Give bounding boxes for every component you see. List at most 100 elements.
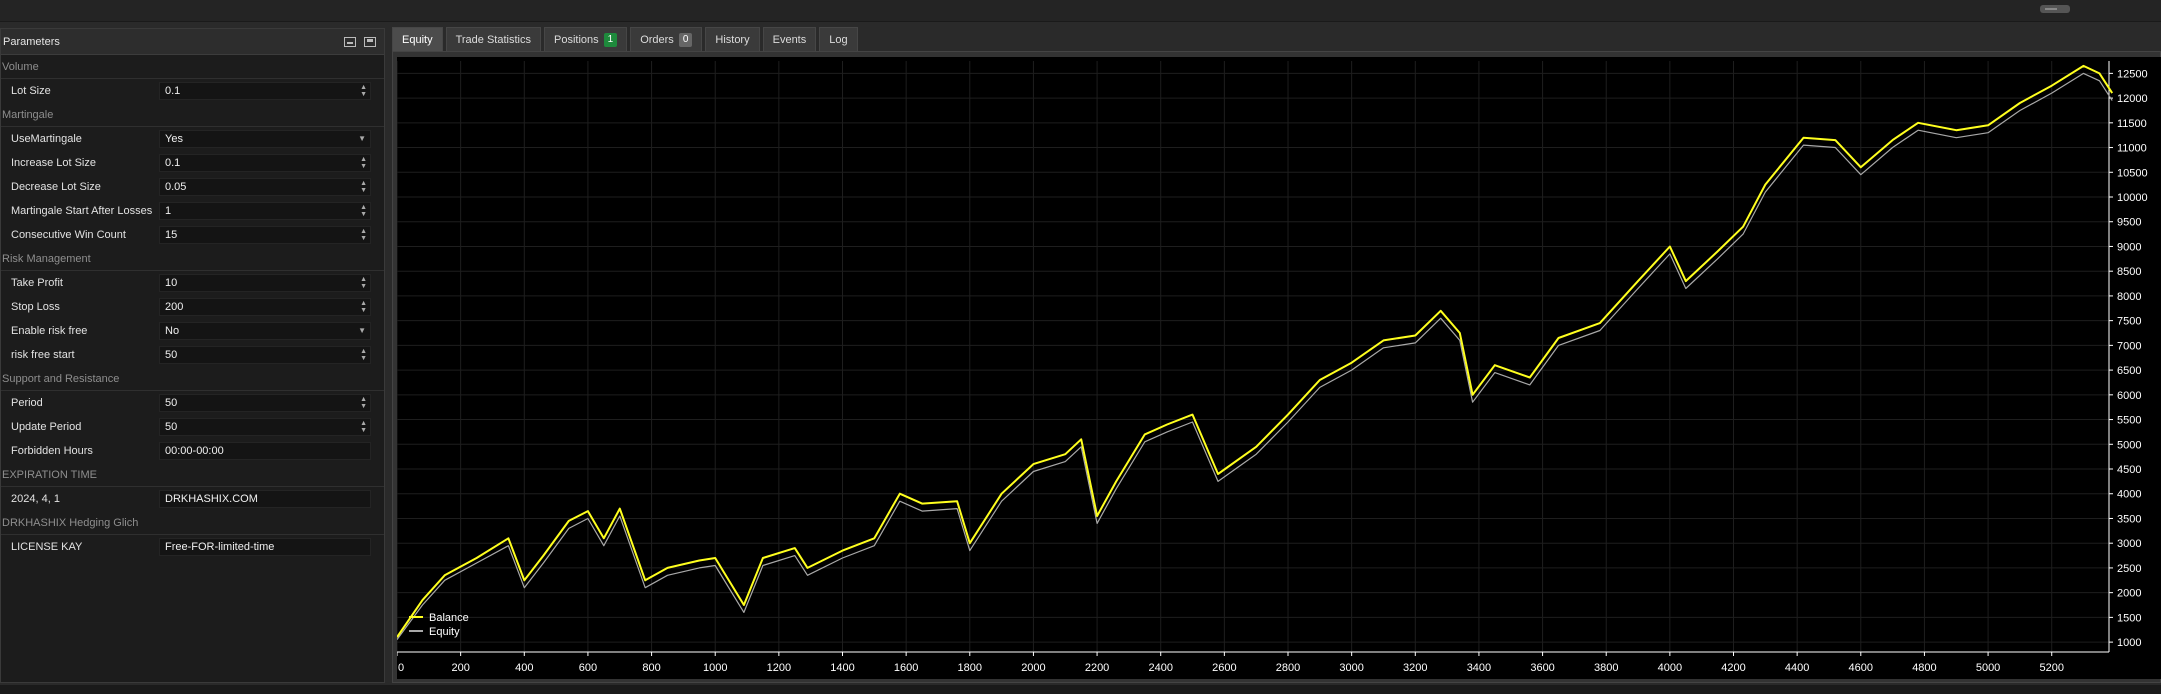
spinner-arrows-icon[interactable]: ▲ ▼: [360, 228, 367, 242]
parameters-body: Volume Lot Size 0.1 ▲ ▼ Martingale UseMartinga…: [1, 55, 384, 559]
parameter-row: Take Profit 10 ▲ ▼: [1, 271, 384, 295]
parameter-value: 50: [165, 421, 178, 433]
x-tick-label: 5000: [1976, 662, 2000, 674]
y-tick-label: 2500: [2117, 563, 2141, 575]
tab-label: Positions: [553, 33, 599, 46]
parameter-row: risk free start 50 ▲ ▼: [1, 343, 384, 367]
parameter-label: Martingale Start After Losses: [11, 205, 153, 217]
x-tick-label: 2800: [1276, 662, 1300, 674]
y-tick-label: 3000: [2117, 538, 2141, 550]
parameter-row: Enable risk free No ▼: [1, 319, 384, 343]
parameter-field[interactable]: 50 ▲ ▼: [159, 346, 371, 364]
parameter-label: Stop Loss: [11, 301, 60, 313]
x-tick-label: 5200: [2039, 662, 2063, 674]
parameter-value: 10: [165, 277, 178, 289]
parameter-field[interactable]: 00:00-00:00: [159, 442, 371, 460]
y-tick-label: 12000: [2117, 93, 2148, 105]
dropdown-arrow-icon[interactable]: ▼: [358, 131, 366, 147]
spinner-arrows-icon[interactable]: ▲ ▼: [360, 204, 367, 218]
section-header: DRKHASHIX Hedging Glich: [1, 511, 384, 535]
parameter-field[interactable]: Yes ▼: [159, 130, 371, 148]
y-tick-label: 10500: [2117, 167, 2148, 179]
parameter-label: Increase Lot Size: [11, 157, 96, 169]
spinner-arrows-icon[interactable]: ▲ ▼: [360, 348, 367, 362]
parameter-field[interactable]: 50 ▲ ▼: [159, 394, 371, 412]
equity-chart: 0 200 400 600 800 1000 1200 1400 1600 1800 2000 220…: [396, 57, 2161, 679]
section-header: Martingale: [1, 103, 384, 127]
parameter-row: Update Period 50 ▲ ▼: [1, 415, 384, 439]
tab-count-badge: 0: [678, 32, 693, 47]
tab-history[interactable]: History: [705, 27, 760, 51]
y-tick-label: 5500: [2117, 415, 2141, 427]
y-tick-label: 6000: [2117, 390, 2141, 402]
y-tick-label: 10000: [2117, 192, 2148, 204]
parameter-value: 00:00-00:00: [165, 445, 224, 457]
parameter-field[interactable]: 10 ▲ ▼: [159, 274, 371, 292]
equity-chart-svg: 0 200 400 600 800 1000 1200 1400 1600 1800 2000 220…: [396, 61, 2148, 674]
parameter-value: 0.1: [165, 85, 181, 97]
spinner-arrows-icon[interactable]: ▲ ▼: [360, 300, 367, 314]
parameter-field[interactable]: Free-FOR-limited-time: [159, 538, 371, 556]
tab-positions[interactable]: Positions 1: [543, 27, 628, 51]
parameter-field[interactable]: 50 ▲ ▼: [159, 418, 371, 436]
legend-label-balance: Balance: [429, 612, 469, 624]
spinner-arrows-icon[interactable]: ▲ ▼: [360, 180, 367, 194]
x-tick-label: 2200: [1085, 662, 1109, 674]
section-header: Risk Management: [1, 247, 384, 271]
y-tick-label: 8000: [2117, 291, 2141, 303]
x-tick-label: 0: [398, 662, 404, 674]
parameter-row: Period 50 ▲ ▼: [1, 391, 384, 415]
parameter-row: Consecutive Win Count 15 ▲ ▼: [1, 223, 384, 247]
parameter-row: UseMartingale Yes ▼: [1, 127, 384, 151]
spinner-arrows-icon[interactable]: ▲ ▼: [360, 396, 367, 410]
parameter-label: LICENSE KAY: [11, 541, 83, 553]
x-tick-label: 200: [451, 662, 469, 674]
tab-events[interactable]: Events: [762, 27, 817, 51]
x-tick-label: 400: [515, 662, 533, 674]
x-tick-label: 800: [642, 662, 660, 674]
parameter-label: Update Period: [11, 421, 82, 433]
spinner-arrows-icon[interactable]: ▲ ▼: [360, 156, 367, 170]
tab-orders[interactable]: Orders 0: [630, 27, 703, 51]
spinner-arrows-icon[interactable]: ▲ ▼: [360, 84, 367, 98]
parameter-field[interactable]: 15 ▲ ▼: [159, 226, 371, 244]
parameter-field[interactable]: 0.1 ▲ ▼: [159, 154, 371, 172]
parameter-value: DRKHASHIX.COM: [165, 493, 258, 505]
y-tick-label: 7500: [2117, 316, 2141, 328]
series-line-balance: [396, 64, 2114, 638]
tab-equity[interactable]: Equity: [392, 27, 443, 51]
tab-label: Log: [829, 33, 848, 46]
parameter-field[interactable]: DRKHASHIX.COM: [159, 490, 371, 508]
minimize-icon[interactable]: [344, 36, 356, 47]
section-header: Volume: [1, 55, 384, 79]
section-header: EXPIRATION TIME: [1, 463, 384, 487]
y-tick-label: 5000: [2117, 439, 2141, 451]
parameters-header: Parameters: [1, 29, 384, 55]
parameter-row: Lot Size 0.1 ▲ ▼: [1, 79, 384, 103]
tab-count-badge: 1: [603, 32, 618, 47]
parameter-label: risk free start: [11, 349, 75, 361]
parameter-field[interactable]: 0.1 ▲ ▼: [159, 82, 371, 100]
tab-log[interactable]: Log: [819, 27, 858, 51]
tab-trade-statistics[interactable]: Trade Statistics: [445, 27, 541, 51]
y-tick-label: 4000: [2117, 489, 2141, 501]
y-tick-label: 1000: [2117, 637, 2141, 649]
x-tick-label: 2000: [1021, 662, 1045, 674]
x-tick-label: 3800: [1594, 662, 1618, 674]
parameter-field[interactable]: No ▼: [159, 322, 371, 340]
spinner-arrows-icon[interactable]: ▲ ▼: [360, 276, 367, 290]
parameter-field[interactable]: 1 ▲ ▼: [159, 202, 371, 220]
x-tick-label: 3200: [1403, 662, 1427, 674]
y-tick-label: 4500: [2117, 464, 2141, 476]
dropdown-arrow-icon[interactable]: ▼: [358, 323, 366, 339]
parameter-field[interactable]: 0.05 ▲ ▼: [159, 178, 371, 196]
x-tick-label: 2600: [1212, 662, 1236, 674]
spinner-arrows-icon[interactable]: ▲ ▼: [360, 420, 367, 434]
tab-label: Equity: [402, 33, 433, 46]
parameter-label: Lot Size: [11, 85, 51, 97]
parameter-value: 0.05: [165, 181, 187, 193]
parameter-value: 50: [165, 349, 178, 361]
x-tick-label: 600: [579, 662, 597, 674]
save-icon[interactable]: [364, 36, 376, 47]
parameter-field[interactable]: 200 ▲ ▼: [159, 298, 371, 316]
